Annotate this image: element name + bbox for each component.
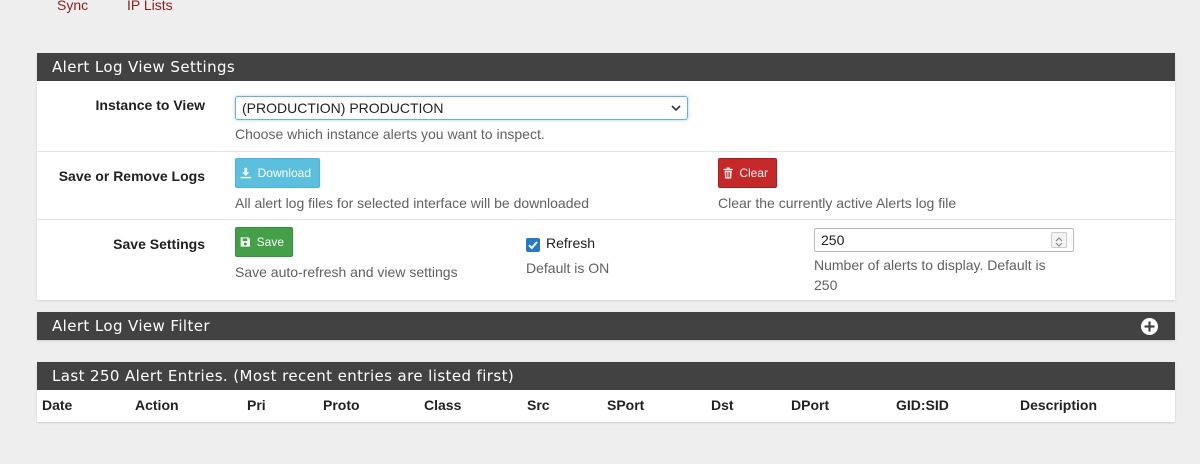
save-settings-row: Save Settings Save Save auto-refresh and… bbox=[37, 219, 1175, 300]
alert-log-view-settings-panel: Alert Log View Settings Instance to View… bbox=[37, 53, 1175, 300]
col-date[interactable]: Date bbox=[42, 397, 72, 413]
download-label: Download bbox=[257, 166, 311, 180]
clear-label: Clear bbox=[739, 166, 768, 180]
panel-title: Alert Log View Settings bbox=[37, 53, 1175, 81]
download-help: All alert log files for selected interfa… bbox=[235, 195, 590, 211]
col-proto[interactable]: Proto bbox=[323, 397, 360, 413]
instance-selected-value: (PRODUCTION) PRODUCTION bbox=[242, 100, 444, 116]
save-button[interactable]: Save bbox=[235, 227, 293, 257]
col-pri[interactable]: Pri bbox=[247, 397, 266, 413]
clear-button[interactable]: Clear bbox=[718, 158, 777, 188]
instance-row: Instance to View (PRODUCTION) PRODUCTION… bbox=[37, 81, 1175, 151]
col-description[interactable]: Description bbox=[1020, 397, 1097, 413]
clear-help: Clear the currently active Alerts log fi… bbox=[718, 195, 957, 211]
download-button[interactable]: Download bbox=[235, 158, 320, 188]
refresh-help: Default is ON bbox=[526, 260, 610, 276]
alert-count-value: 250 bbox=[821, 232, 845, 248]
check-icon bbox=[528, 241, 538, 250]
stepper-arrows-icon bbox=[1055, 237, 1063, 247]
filter-title: Alert Log View Filter bbox=[52, 317, 210, 335]
tab-sync[interactable]: Sync bbox=[57, 0, 88, 13]
plus-circle-icon[interactable] bbox=[1141, 318, 1158, 335]
entries-panel-title: Last 250 Alert Entries. (Most recent ent… bbox=[37, 362, 1175, 390]
save-settings-label: Save Settings bbox=[113, 236, 205, 252]
download-icon bbox=[240, 167, 251, 179]
logs-row: Save or Remove Logs Download All alert l… bbox=[37, 151, 1175, 219]
tab-ip-lists[interactable]: IP Lists bbox=[127, 0, 173, 13]
table-header-row: Date Action Pri Proto Class Src SPort Ds… bbox=[37, 390, 1175, 422]
col-src[interactable]: Src bbox=[527, 397, 550, 413]
save-label: Save bbox=[256, 235, 284, 249]
col-gid-sid[interactable]: GID:SID bbox=[896, 397, 949, 413]
col-action[interactable]: Action bbox=[135, 397, 179, 413]
trash-icon bbox=[723, 167, 733, 179]
col-dport[interactable]: DPort bbox=[791, 397, 829, 413]
refresh-checkbox[interactable] bbox=[526, 238, 540, 252]
save-help: Save auto-refresh and view settings bbox=[235, 264, 458, 280]
spinner-icon[interactable] bbox=[1051, 232, 1067, 248]
col-dst[interactable]: Dst bbox=[711, 397, 734, 413]
save-remove-logs-label: Save or Remove Logs bbox=[58, 168, 205, 184]
alert-log-view-filter-panel[interactable]: Alert Log View Filter bbox=[37, 312, 1175, 340]
refresh-label: Refresh bbox=[546, 235, 596, 251]
alert-count-input[interactable]: 250 bbox=[814, 228, 1074, 252]
chevron-down-icon bbox=[671, 105, 681, 112]
instance-help: Choose which instance alerts you want to… bbox=[235, 126, 545, 142]
alert-entries-panel: Last 250 Alert Entries. (Most recent ent… bbox=[37, 362, 1175, 422]
col-class[interactable]: Class bbox=[424, 397, 461, 413]
filter-panel-title[interactable]: Alert Log View Filter bbox=[37, 312, 1175, 340]
alert-count-help-line1: Number of alerts to display. Default is bbox=[814, 257, 1046, 273]
floppy-disk-icon bbox=[240, 237, 250, 247]
alert-count-help-line2: 250 bbox=[814, 277, 838, 293]
instance-label: Instance to View bbox=[95, 97, 205, 113]
instance-select[interactable]: (PRODUCTION) PRODUCTION bbox=[235, 96, 688, 120]
col-sport[interactable]: SPort bbox=[607, 397, 644, 413]
